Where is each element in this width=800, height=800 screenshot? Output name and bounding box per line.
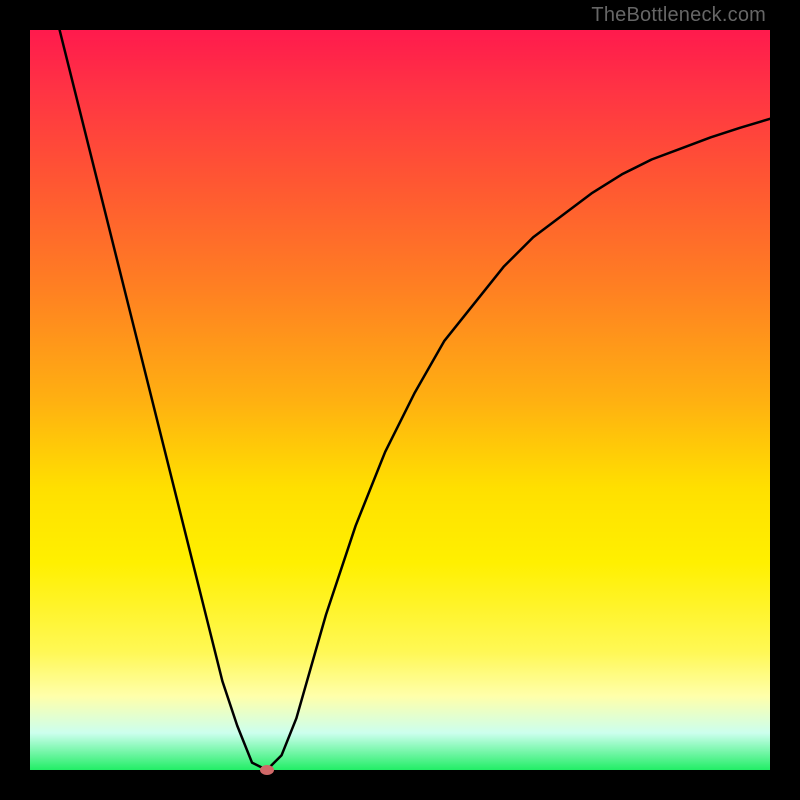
bottleneck-curve: [60, 30, 770, 770]
plot-area: [30, 30, 770, 770]
curve-svg: [30, 30, 770, 770]
minimum-marker: [260, 765, 274, 775]
chart-container: TheBottleneck.com: [0, 0, 800, 800]
watermark-text: TheBottleneck.com: [591, 4, 766, 27]
